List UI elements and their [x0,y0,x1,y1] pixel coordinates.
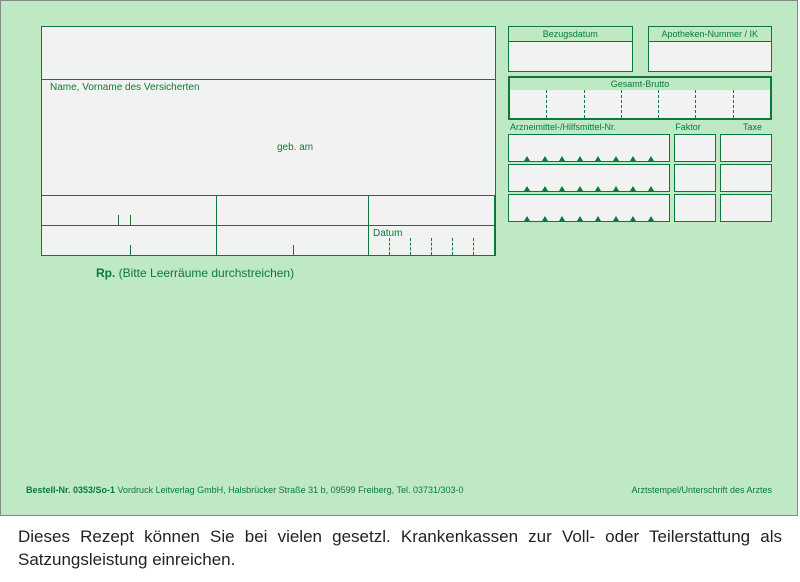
bottom-note: Dieses Rezept können Sie bei vielen gese… [0,516,800,582]
entry-row-1[interactable] [508,134,772,162]
apotheken-label: Apotheken-Nummer / IK [649,27,772,41]
geb-am-label: geb. am [277,142,313,153]
patient-box: Name, Vorname des Versicherten geb. am D… [41,26,496,256]
bot-row[interactable]: Datum [42,225,495,255]
taxe-header: Taxe [712,122,770,132]
gesamt-brutto-box: Gesamt-Brutto [508,76,772,120]
top-blank-field[interactable] [42,27,495,79]
apotheken-field[interactable] [649,41,772,71]
faktor-header: Faktor [664,122,712,132]
apotheken-box: Apotheken-Nummer / IK [648,26,773,72]
publisher-text: Vordruck Leitverlag GmbH, Halsbrücker St… [115,485,464,495]
rp-label: Rp. [96,266,115,280]
bezugsdatum-box: Bezugsdatum [508,26,633,72]
bezugsdatum-field[interactable] [509,41,632,71]
bezugsdatum-label: Bezugsdatum [509,27,632,41]
gesamt-brutto-field[interactable] [510,90,770,118]
rp-line: Rp. (Bitte Leerräume durchstreichen) [41,256,496,280]
rp-note: (Bitte Leerräume durchstreichen) [115,266,294,280]
prescription-form: Name, Vorname des Versicherten geb. am D… [0,0,798,516]
entry-row-3[interactable] [508,194,772,222]
arzneimittel-header: Arzneimittel-/Hilfsmittel-Nr. [510,122,664,132]
column-headers: Arzneimittel-/Hilfsmittel-Nr. Faktor Tax… [508,122,772,132]
arztstempel-label: Arztstempel/Unterschrift des Arztes [631,485,772,495]
entry-row-2[interactable] [508,164,772,192]
bestell-label: Bestell-Nr. 0353/So-1 [26,485,115,495]
footer-line: Bestell-Nr. 0353/So-1 Vordruck Leitverla… [26,485,772,495]
mid-row[interactable] [42,195,495,225]
name-label: Name, Vorname des Versicherten [42,79,495,95]
gesamt-brutto-label: Gesamt-Brutto [510,78,770,90]
